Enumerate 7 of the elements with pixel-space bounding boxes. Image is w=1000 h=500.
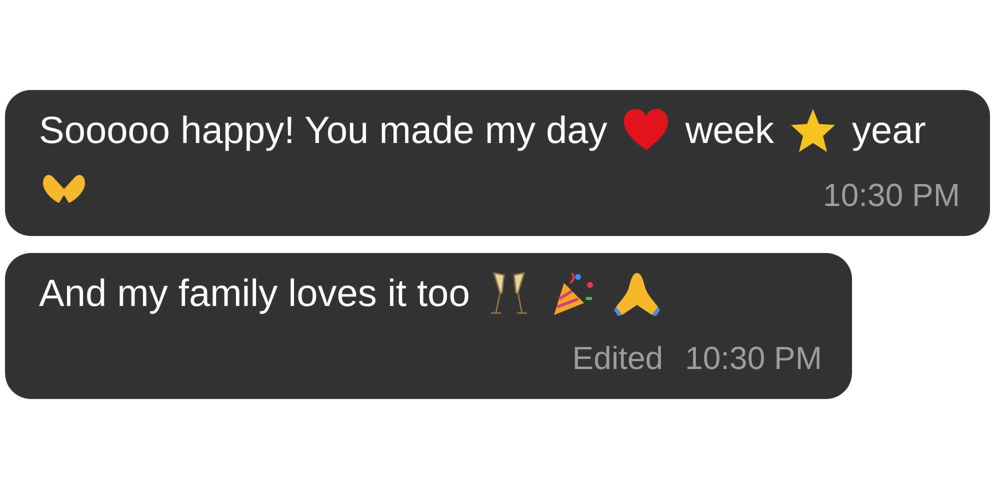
message-text: year	[852, 109, 926, 154]
message-text: week	[685, 109, 774, 154]
message-text: Sooooo happy! You made my day	[39, 109, 608, 154]
edited-label: Edited	[572, 339, 664, 378]
timestamp: 10:30 PM	[823, 176, 960, 215]
timestamp: 10:30 PM	[685, 339, 822, 378]
message-text: And my family loves it too	[39, 272, 470, 317]
